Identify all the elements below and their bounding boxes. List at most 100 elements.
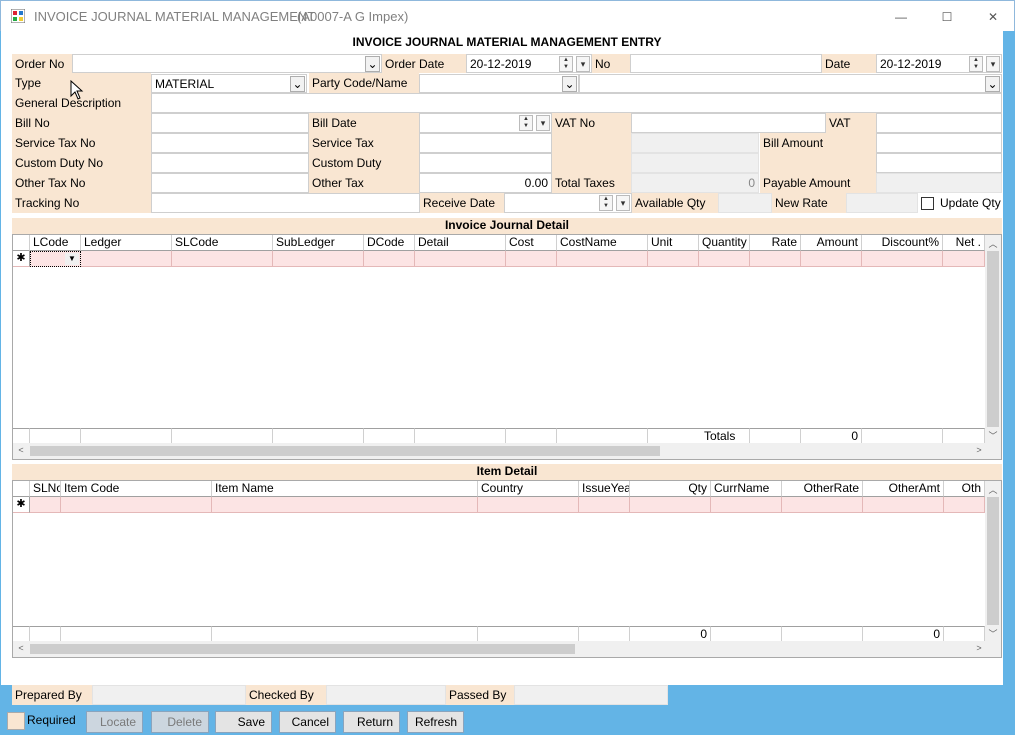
cell-slcode[interactable] [172,251,273,267]
col-rate[interactable]: Rate [750,235,801,251]
spin-updown-icon[interactable]: ▲ ▼ [599,195,613,211]
chevron-down-icon[interactable]: ⌄ [290,76,305,92]
col-unit[interactable]: Unit [648,235,699,251]
custom-duty-no-field[interactable] [151,153,309,173]
vat-field[interactable] [876,113,1002,133]
party-name-combo[interactable]: ⌄ [579,74,1002,93]
cell-item-code[interactable] [61,497,212,513]
cell-country[interactable] [478,497,579,513]
other-tax-field[interactable]: 0.00 [419,173,552,193]
chevron-down-icon[interactable]: ▾ [986,56,1000,72]
cell-net[interactable] [943,251,985,267]
col-other-amt[interactable]: OtherAmt [863,481,944,497]
col-ledger[interactable]: Ledger [81,235,172,251]
col-quantity[interactable]: Quantity [699,235,750,251]
save-button[interactable]: Save [215,711,272,733]
col-item-code[interactable]: Item Code [61,481,212,497]
minimize-button[interactable]: — [878,1,924,32]
cell-slno[interactable] [30,497,61,513]
cell-oth[interactable] [944,497,985,513]
order-no-combo[interactable]: ⌄ [72,54,382,73]
scroll-down-icon[interactable]: ﹀ [987,627,999,640]
cell-detail[interactable] [415,251,506,267]
cell-rate[interactable] [750,251,801,267]
chevron-down-icon[interactable]: ▾ [616,195,630,211]
col-discount[interactable]: Discount% [862,235,943,251]
tracking-no-field[interactable] [151,193,420,213]
order-date-field[interactable]: 20-12-2019 ▲ ▼ ▾ [466,54,592,73]
item-grid[interactable]: SLNo Item Code Item Name Country IssueYe… [12,480,1002,658]
col-slno[interactable]: SLNo [30,481,61,497]
locate-button[interactable]: Locate [86,711,143,733]
cell-item-name[interactable] [212,497,478,513]
cell-cost[interactable] [506,251,557,267]
col-qty[interactable]: Qty [630,481,711,497]
cell-currname[interactable] [711,497,782,513]
close-button[interactable]: ✕ [970,1,1015,32]
update-qty-checkbox[interactable] [921,197,934,210]
bill-amount-field[interactable] [876,133,1002,153]
col-country[interactable]: Country [478,481,579,497]
col-slcode[interactable]: SLCode [172,235,273,251]
col-amount[interactable]: Amount [801,235,862,251]
cell-issue-year[interactable] [579,497,630,513]
cell-ledger[interactable] [81,251,172,267]
chevron-down-icon[interactable]: ▼ [65,253,79,265]
col-other-rate[interactable]: OtherRate [782,481,863,497]
custom-duty-field[interactable] [419,153,552,173]
col-item-name[interactable]: Item Name [212,481,478,497]
maximize-button[interactable]: ☐ [924,1,970,32]
scroll-right-icon[interactable]: > [973,643,985,653]
cancel-button[interactable]: Cancel [279,711,336,733]
bill-no-field[interactable] [151,113,309,133]
item-vertical-scrollbar[interactable]: ︿ ﹀ [985,481,1001,641]
cell-costname[interactable] [557,251,648,267]
scroll-up-icon[interactable]: ︿ [987,237,999,250]
delete-button[interactable]: Delete [151,711,209,733]
cell-other-amt[interactable] [863,497,944,513]
party-code-combo[interactable]: ⌄ [419,74,579,93]
lcode-combo-cell[interactable]: ▼ [30,251,81,267]
refresh-button[interactable]: Refresh [407,711,464,733]
spin-updown-icon[interactable]: ▲ ▼ [519,115,533,131]
scroll-up-icon[interactable]: ︿ [987,483,999,496]
journal-grid[interactable]: LCode Ledger SLCode SubLedger DCode Deta… [12,234,1002,460]
col-issue-year[interactable]: IssueYear [579,481,630,497]
cell-discount[interactable] [862,251,943,267]
general-description-field[interactable] [151,93,1002,113]
cell-amount[interactable] [801,251,862,267]
service-tax-no-field[interactable] [151,133,309,153]
scroll-thumb[interactable] [30,644,575,654]
bill-date-field[interactable]: ▲ ▼ ▾ [419,113,552,133]
chevron-down-icon[interactable]: ▾ [536,115,550,131]
receive-date-field[interactable]: ▲ ▼ ▾ [504,193,632,213]
col-subledger[interactable]: SubLedger [273,235,364,251]
col-detail[interactable]: Detail [415,235,506,251]
chevron-down-icon[interactable]: ⌄ [985,76,1000,92]
spin-updown-icon[interactable]: ▲ ▼ [969,56,983,72]
return-button[interactable]: Return [343,711,400,733]
scroll-left-icon[interactable]: < [15,445,27,455]
journal-horizontal-scrollbar[interactable]: < > [13,443,1001,459]
col-costname[interactable]: CostName [557,235,648,251]
other-tax-no-field[interactable] [151,173,309,193]
cell-other-rate[interactable] [782,497,863,513]
date-field[interactable]: 20-12-2019 ▲ ▼ ▾ [876,54,1002,73]
service-tax-field[interactable] [419,133,552,153]
no-field[interactable] [630,54,822,73]
cell-qty[interactable] [630,497,711,513]
spin-updown-icon[interactable]: ▲ ▼ [559,56,573,72]
scroll-thumb[interactable] [30,446,660,456]
cell-subledger[interactable] [273,251,364,267]
scroll-left-icon[interactable]: < [15,643,27,653]
col-cost[interactable]: Cost [506,235,557,251]
col-dcode[interactable]: DCode [364,235,415,251]
col-lcode[interactable]: LCode [30,235,81,251]
cell-quantity[interactable] [699,251,750,267]
journal-vertical-scrollbar[interactable]: ︿ ﹀ [985,235,1001,443]
type-combo[interactable]: MATERIAL ⌄ [151,74,307,93]
cell-dcode[interactable] [364,251,415,267]
chevron-down-icon[interactable]: ▾ [576,56,590,72]
chevron-down-icon[interactable]: ⌄ [365,56,380,72]
scroll-down-icon[interactable]: ﹀ [987,429,999,442]
